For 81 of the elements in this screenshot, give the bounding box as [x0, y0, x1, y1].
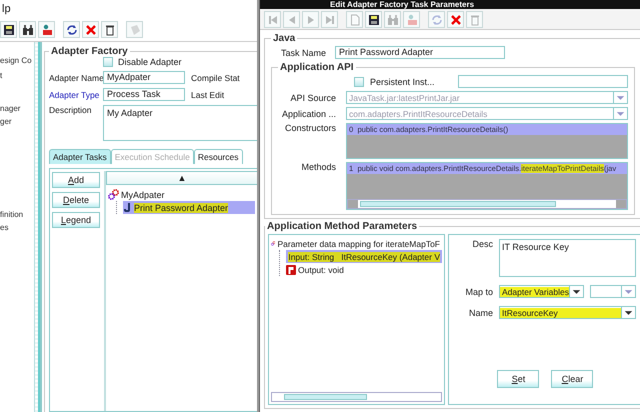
action-button[interactable]: Legend — [52, 212, 100, 228]
horizontal-scrollbar[interactable] — [347, 199, 627, 209]
blank-page-icon — [348, 14, 360, 26]
menu-item[interactable]: lp — [2, 3, 11, 15]
checkbox[interactable] — [103, 57, 113, 67]
field-label: Name — [468, 308, 493, 318]
toolbar-button[interactable] — [101, 21, 118, 38]
tab[interactable]: Resources — [194, 149, 242, 164]
field-label: Adapter Name — [49, 72, 101, 82]
column-header[interactable]: ▲ — [106, 171, 257, 185]
horizontal-scrollbar[interactable] — [271, 392, 442, 402]
dropdown[interactable] — [590, 285, 636, 298]
caret-icon — [620, 286, 635, 297]
sidebar-item[interactable]: t — [0, 71, 34, 80]
tree-item[interactable]: MyAdpater — [108, 188, 255, 201]
caret-icon — [568, 286, 583, 297]
field-label: Application ... — [280, 108, 337, 118]
field-label: Methods — [300, 162, 337, 172]
text-area[interactable]: IT Resource Key — [499, 239, 636, 277]
checkbox-label: Disable Adapter — [118, 57, 182, 67]
field-label: Task Name — [281, 48, 328, 58]
field-label: API Source — [289, 92, 337, 102]
action-button[interactable]: Add — [52, 172, 100, 188]
checkbox[interactable] — [354, 76, 364, 86]
window-title: Edit Adapter Factory Task Parameters — [260, 0, 640, 9]
trash-icon — [104, 24, 116, 36]
action-button[interactable]: Clear — [551, 370, 594, 388]
binoculars-icon — [386, 14, 398, 26]
text-field[interactable] — [458, 75, 628, 88]
section-title: Application API — [279, 62, 355, 73]
field-label: Map to — [464, 286, 493, 296]
caret-icon — [620, 307, 635, 318]
dropdown[interactable]: ItResourceKey — [499, 306, 636, 319]
gears-icon — [108, 189, 119, 200]
field-label: Description — [49, 105, 93, 115]
binoculars-icon — [22, 24, 34, 36]
person-icon — [40, 24, 52, 36]
refresh-icon — [66, 24, 78, 36]
cross-icon — [84, 24, 96, 36]
toolbar-button[interactable] — [63, 21, 80, 38]
text-area[interactable]: My Adapter — [103, 105, 257, 141]
cross-icon — [450, 14, 462, 26]
checkbox-label: Persistent Inst... — [370, 76, 436, 86]
refresh-icon — [430, 14, 442, 26]
field-label: Desc — [471, 239, 493, 249]
sidebar-item[interactable]: finition — [0, 210, 34, 219]
toolbar-button[interactable] — [19, 21, 36, 38]
trash-icon — [468, 14, 480, 26]
field-label: Constructors — [284, 123, 337, 133]
action-button[interactable]: Delete — [52, 192, 100, 208]
save-icon — [368, 14, 380, 26]
field-label: Compile Stat — [191, 72, 240, 82]
tab[interactable]: Adapter Tasks — [49, 149, 111, 164]
field-label: Last Edit — [191, 90, 224, 100]
panel-title: Adapter Factory — [50, 46, 129, 57]
toolbar-button[interactable] — [0, 21, 17, 38]
task-icon — [123, 202, 132, 213]
document-icon — [128, 24, 140, 36]
sidebar-item[interactable]: es — [0, 223, 34, 232]
person-icon — [406, 14, 418, 26]
tree-item[interactable]: Print Password Adapter — [123, 201, 255, 214]
text-field[interactable]: MyAdpater — [103, 71, 185, 84]
tree-item[interactable]: Output: void — [286, 263, 442, 276]
sidebar-item[interactable]: nager — [0, 104, 34, 113]
toolbar-button[interactable] — [365, 11, 382, 28]
action-button[interactable]: Set — [497, 370, 540, 388]
section-title: Application Method Parameters — [266, 221, 418, 232]
tree-item[interactable]: Parameter data mapping for iterateMapToF — [271, 237, 442, 250]
skip-end-icon — [324, 14, 336, 26]
tree-item[interactable]: Input: String ItResourceKey (Adapter V — [286, 250, 442, 263]
caret-icon — [613, 92, 627, 103]
section-title: Java — [272, 33, 296, 44]
field-label[interactable]: Adapter Type — [49, 90, 101, 100]
skip-start-icon — [266, 14, 278, 26]
sidebar-item[interactable]: ger — [0, 117, 34, 126]
save-icon — [2, 24, 14, 36]
text-field[interactable]: Print Password Adapter — [335, 46, 505, 59]
sidebar-item[interactable]: esign Co — [0, 56, 34, 65]
caret-icon — [613, 108, 627, 119]
dropdown[interactable]: Adapter Variables — [499, 285, 584, 298]
text-field[interactable]: Process Task — [103, 88, 185, 101]
